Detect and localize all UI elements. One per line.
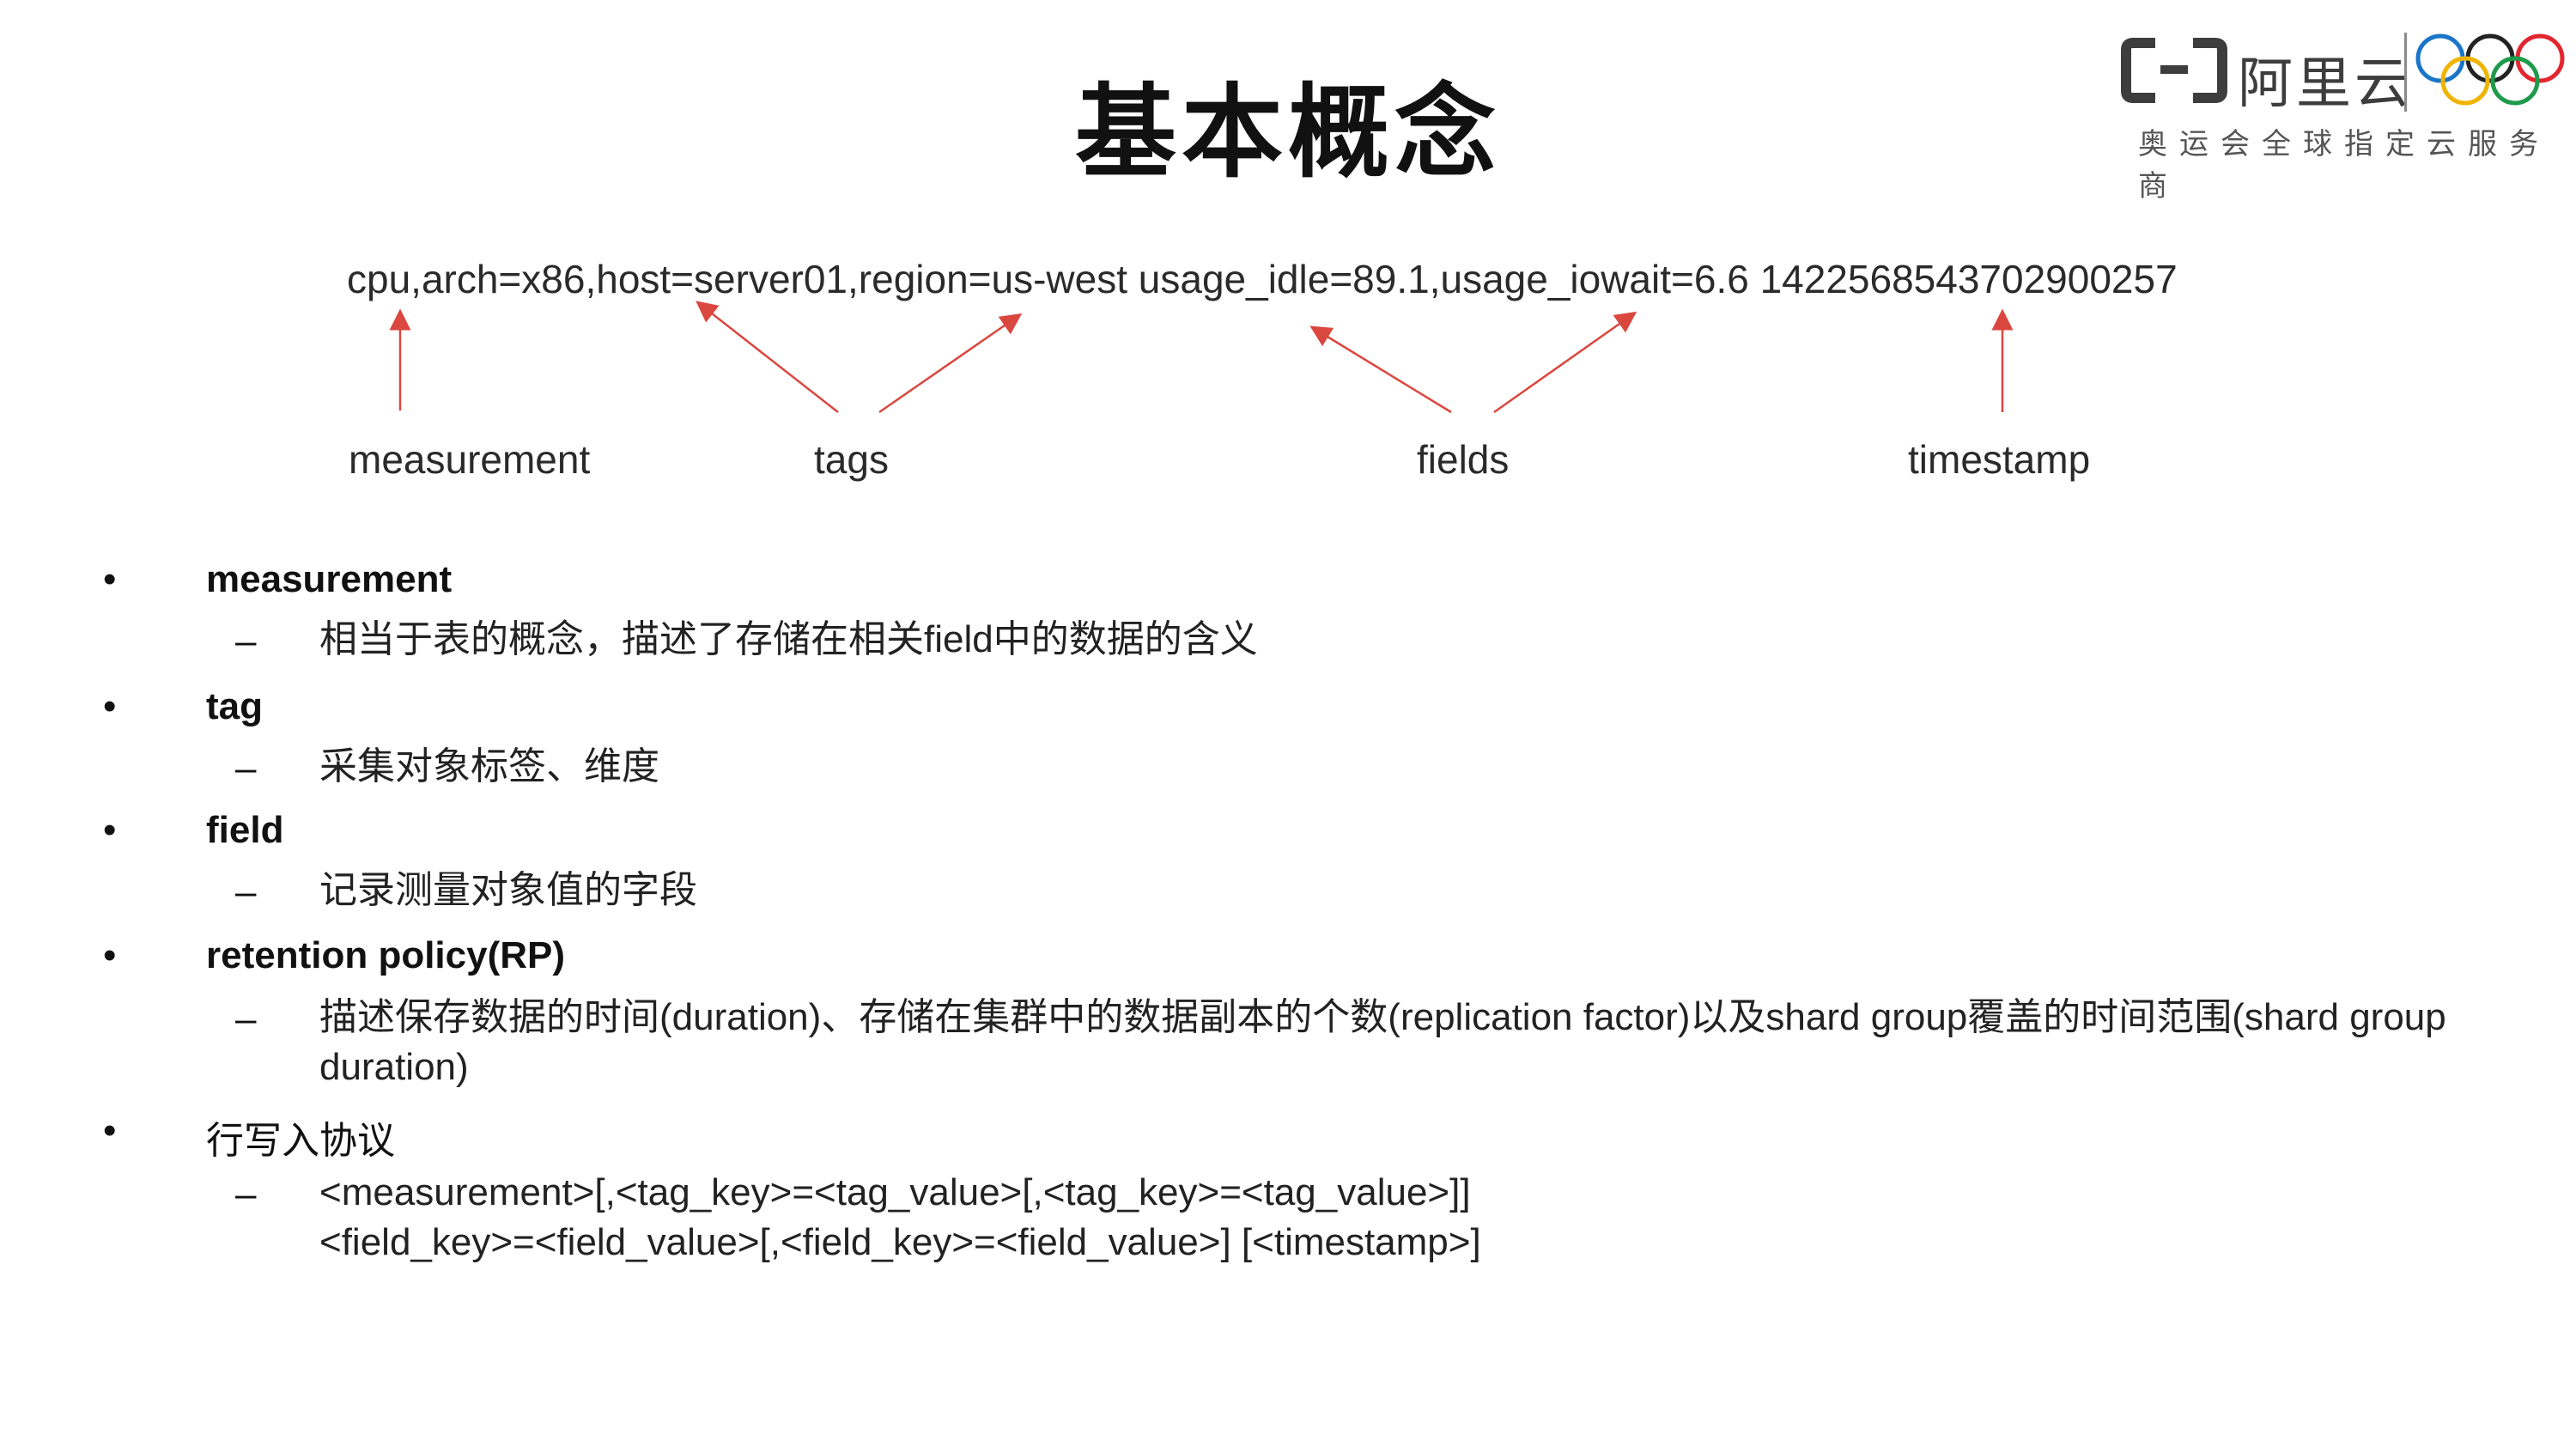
measurement-label: measurement — [349, 437, 591, 482]
tags-label: tags — [814, 437, 889, 482]
bullet-icon: • — [103, 558, 117, 600]
timestamp-label: timestamp — [1908, 437, 2091, 482]
dash-icon: – — [235, 620, 257, 662]
dash-icon: – — [235, 747, 257, 789]
item-title: measurement — [206, 558, 453, 600]
item-description: 相当于表的概念，描述了存储在相关field中的数据的含义 — [319, 618, 1258, 660]
tags-arrow-left — [696, 301, 839, 413]
tags-arrow-right — [878, 313, 1023, 414]
bullet-icon: • — [103, 685, 117, 727]
item-description: 记录测量对象值的字段 — [319, 869, 697, 911]
item-title: field — [206, 809, 284, 851]
item-title: 行写入协议 — [206, 1119, 395, 1163]
item-title: tag — [206, 685, 263, 727]
item-description-line-2: <field_key>=<field_value>[,<field_key>=<… — [319, 1221, 1481, 1263]
dash-icon: – — [235, 871, 257, 913]
dash-icon: – — [235, 998, 257, 1040]
item-description: 采集对象标签、维度 — [319, 745, 659, 787]
bullet-icon: • — [103, 1110, 117, 1152]
item-title: retention policy(RP) — [206, 934, 566, 976]
bullet-icon: • — [103, 809, 117, 851]
fields-arrow-right — [1493, 311, 1637, 414]
fields-arrow-left — [1309, 325, 1452, 414]
item-description: 描述保存数据的时间(duration)、存储在集群中的数据副本的个数(repli… — [319, 996, 2446, 1088]
bullet-icon: • — [103, 934, 117, 976]
item-description-line-1: <measurement>[,<tag_key>=<tag_value>[,<t… — [319, 1171, 1471, 1213]
fields-label: fields — [1417, 437, 1510, 482]
dash-icon: – — [235, 1173, 257, 1215]
